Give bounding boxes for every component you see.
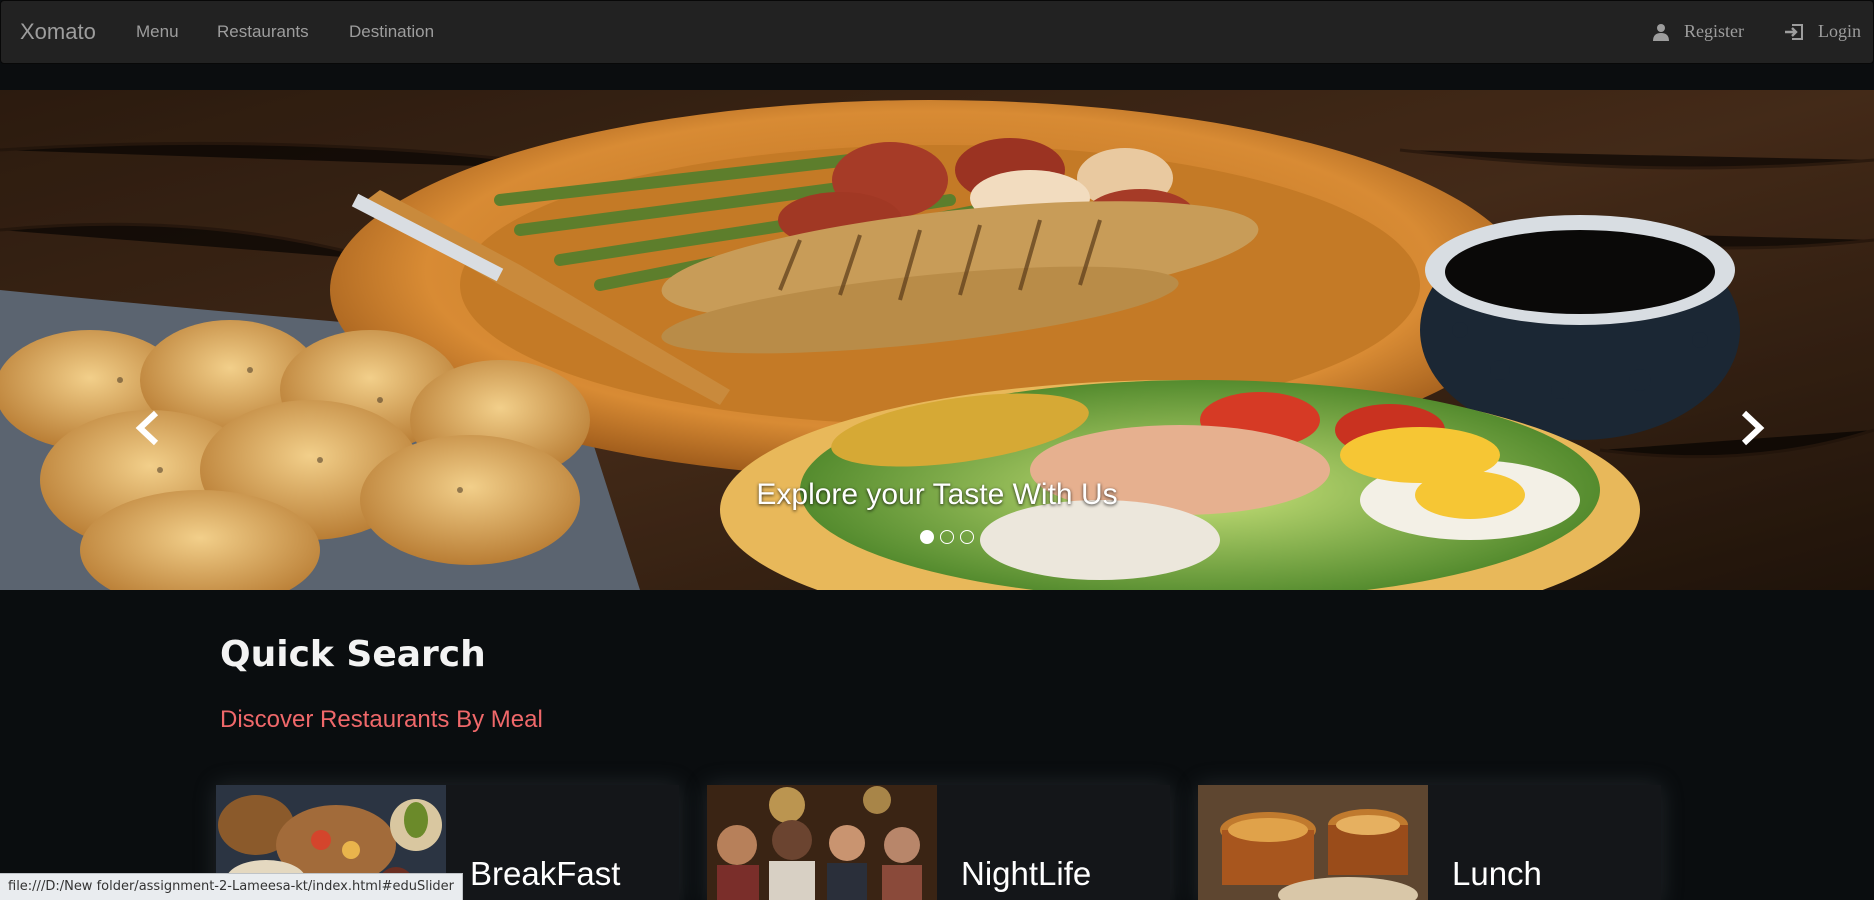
- meal-card-lunch[interactable]: Lunch: [1198, 785, 1661, 900]
- quick-search-title: Quick Search: [220, 634, 486, 675]
- meal-card-label: BreakFast: [470, 855, 621, 892]
- navbar: Xomato Menu Restaurants Destination Regi…: [0, 0, 1874, 64]
- carousel-indicator-1[interactable]: [920, 530, 934, 544]
- food-slide-image: [0, 90, 1874, 590]
- carousel-next-arrow[interactable]: [1740, 410, 1766, 446]
- carousel-prev-arrow[interactable]: [134, 410, 160, 446]
- nightlife-thumbnail: [707, 785, 937, 900]
- carousel-indicator-3[interactable]: [960, 530, 974, 544]
- user-icon: [1653, 23, 1669, 41]
- brand-logo[interactable]: Xomato: [20, 19, 96, 45]
- lunch-thumbnail: [1198, 785, 1428, 900]
- carousel-caption: Explore your Taste With Us: [756, 478, 1118, 511]
- navbar-spacer: [0, 64, 1874, 90]
- register-link[interactable]: Register: [1652, 21, 1744, 42]
- meal-card-nightlife[interactable]: NightLife: [707, 785, 1170, 900]
- carousel-indicator-2[interactable]: [940, 530, 954, 544]
- log-in-icon: [1785, 23, 1803, 40]
- quick-search-subtitle: Discover Restaurants By Meal: [220, 706, 543, 733]
- login-label: Login: [1818, 21, 1861, 41]
- meal-card-label: NightLife: [961, 855, 1092, 892]
- browser-status-bar: file:///D:/New folder/assignment-2-Lamee…: [0, 873, 464, 900]
- nav-link-menu[interactable]: Menu: [136, 22, 179, 42]
- carousel-indicators: [920, 530, 974, 544]
- nav-link-destination[interactable]: Destination: [349, 22, 434, 42]
- register-label: Register: [1684, 21, 1744, 41]
- meal-card-label: Lunch: [1452, 855, 1542, 892]
- hero-carousel: Explore your Taste With Us: [0, 90, 1874, 590]
- nav-link-restaurants[interactable]: Restaurants: [217, 22, 309, 42]
- login-link[interactable]: Login: [1784, 21, 1861, 42]
